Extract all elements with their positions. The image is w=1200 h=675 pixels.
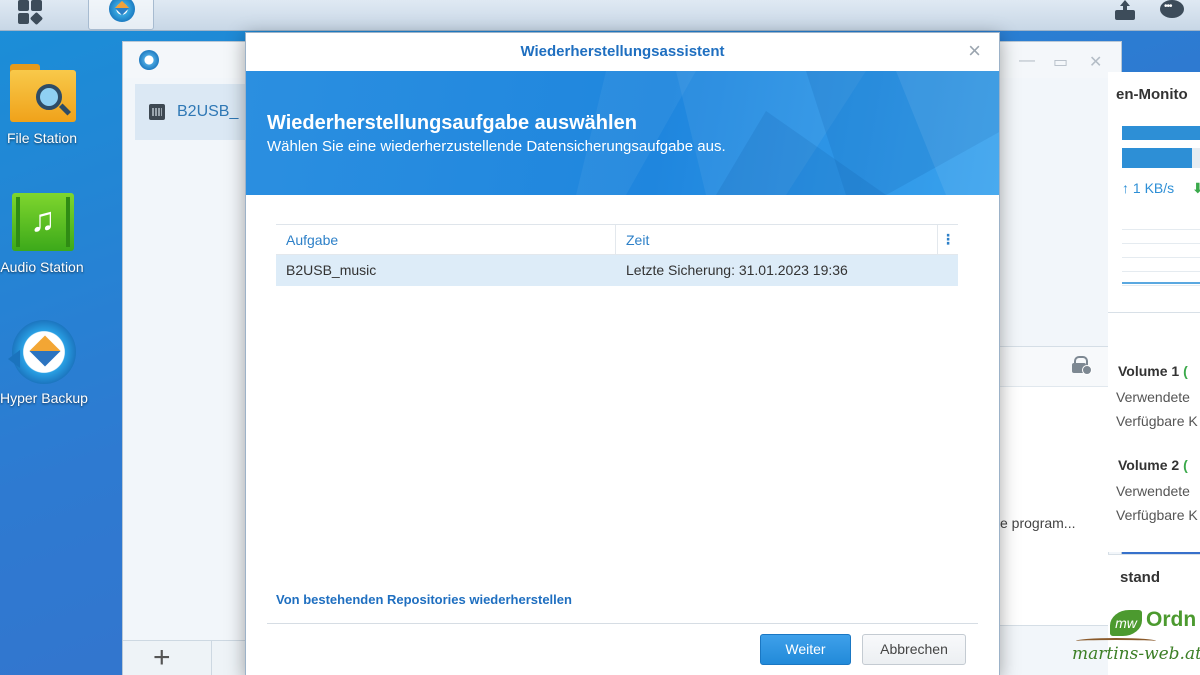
network-speed: ↑ 1 KB/s xyxy=(1122,180,1175,196)
dialog-title: Wiederherstellungsassistent xyxy=(520,43,725,60)
cpu-bar xyxy=(1122,126,1200,140)
upload-icon[interactable] xyxy=(1113,0,1137,22)
watermark-word: Ordn xyxy=(1146,608,1197,631)
desktop-icon-label: Audio Station xyxy=(0,259,84,275)
download-arrow-icon: ⬇ xyxy=(1192,180,1200,196)
add-task-button[interactable]: + xyxy=(153,643,171,673)
dialog-banner: Wiederherstellungsaufgabe auswählen Wähl… xyxy=(246,71,999,195)
close-icon[interactable]: ✕ xyxy=(1089,52,1102,72)
volume-title: Volume 1 ( xyxy=(1118,363,1188,379)
maximize-icon[interactable]: ▭ xyxy=(1053,52,1068,72)
widget-storage: Volume 1 ( Verwendete Verfügbare K Volum… xyxy=(1108,312,1200,552)
grid-menu-icon[interactable] xyxy=(14,0,44,26)
next-button[interactable]: Weiter xyxy=(760,634,851,665)
cell-task: B2USB_music xyxy=(286,262,377,278)
desktop-icon-file-station[interactable]: File Station xyxy=(0,64,84,146)
usb-device-icon xyxy=(149,104,165,120)
volume-title: Volume 2 ( xyxy=(1118,457,1188,473)
hyper-backup-icon xyxy=(6,318,78,384)
file-station-icon xyxy=(6,64,78,124)
desktop-icon-label: File Station xyxy=(6,130,78,146)
table-header: Aufgabe Zeit ⋮ xyxy=(276,225,958,255)
column-menu-icon[interactable]: ⋮ xyxy=(938,225,958,255)
close-icon[interactable]: × xyxy=(968,38,981,63)
volume-free-label: Verfügbare K xyxy=(1116,507,1198,523)
watermark-logo: mw Ordn martins-web.at xyxy=(1068,606,1200,675)
desktop-icon-audio-station[interactable]: ♫ Audio Station xyxy=(0,193,84,275)
restore-wizard-dialog: Wiederherstellungsassistent × Wiederhers… xyxy=(245,32,1000,675)
widget-monitor: en-Monito ↑ 1 KB/s ⬇ xyxy=(1108,72,1200,312)
divider xyxy=(211,641,212,675)
memory-bar xyxy=(1122,148,1200,168)
column-header-aufgabe[interactable]: Aufgabe xyxy=(276,225,616,255)
divider xyxy=(267,623,978,624)
taskbar-app-hyper-backup[interactable] xyxy=(88,0,154,30)
column-header-zeit[interactable]: Zeit xyxy=(616,225,938,255)
audio-station-icon: ♫ xyxy=(6,193,78,253)
backup-task-name: B2USB_ xyxy=(177,103,239,120)
restore-from-repository-link[interactable]: Von bestehenden Repositories wiederherst… xyxy=(276,592,572,607)
cancel-button[interactable]: Abbrechen xyxy=(862,634,966,665)
panel-header xyxy=(1000,347,1108,387)
cell-time: Letzte Sicherung: 31.01.2023 19:36 xyxy=(626,262,848,278)
task-detail-panel: e program... xyxy=(999,346,1109,626)
desktop-icon-label: Hyper Backup xyxy=(0,390,88,406)
backup-task-table: Aufgabe Zeit ⋮ B2USB_music Letzte Sicher… xyxy=(276,224,958,286)
watermark-site: martins-web.at xyxy=(1072,644,1200,664)
dialog-subheading: Wählen Sie eine wiederherzustellende Dat… xyxy=(267,138,726,155)
widget-title: en-Monito xyxy=(1116,86,1188,103)
desktop-icon-hyper-backup[interactable]: Hyper Backup xyxy=(0,318,88,406)
chat-bubble-icon[interactable] xyxy=(1160,0,1184,20)
watermark-badge: mw xyxy=(1110,610,1142,636)
window-footer: + xyxy=(123,640,245,675)
backup-task-item[interactable]: B2USB_ xyxy=(135,84,250,140)
minimize-icon[interactable]: — xyxy=(1019,52,1035,70)
volume-free-label: Verfügbare K xyxy=(1116,413,1198,429)
dialog-heading: Wiederherstellungsaufgabe auswählen xyxy=(267,112,637,134)
table-row[interactable]: B2USB_music Letzte Sicherung: 31.01.2023… xyxy=(276,255,958,286)
widget-status-title: stand xyxy=(1120,569,1161,586)
volume-used-label: Verwendete xyxy=(1116,389,1190,405)
taskbar xyxy=(0,0,1200,31)
resource-monitor-widget: en-Monito ↑ 1 KB/s ⬇ Volume 1 ( Verwende… xyxy=(1108,72,1200,675)
hyper-backup-icon xyxy=(109,0,135,22)
network-graph xyxy=(1122,216,1200,292)
volume-used-label: Verwendete xyxy=(1116,483,1190,499)
hyper-backup-icon xyxy=(139,50,159,70)
panel-text: e program... xyxy=(1000,515,1076,531)
lock-remove-icon xyxy=(1082,365,1092,375)
